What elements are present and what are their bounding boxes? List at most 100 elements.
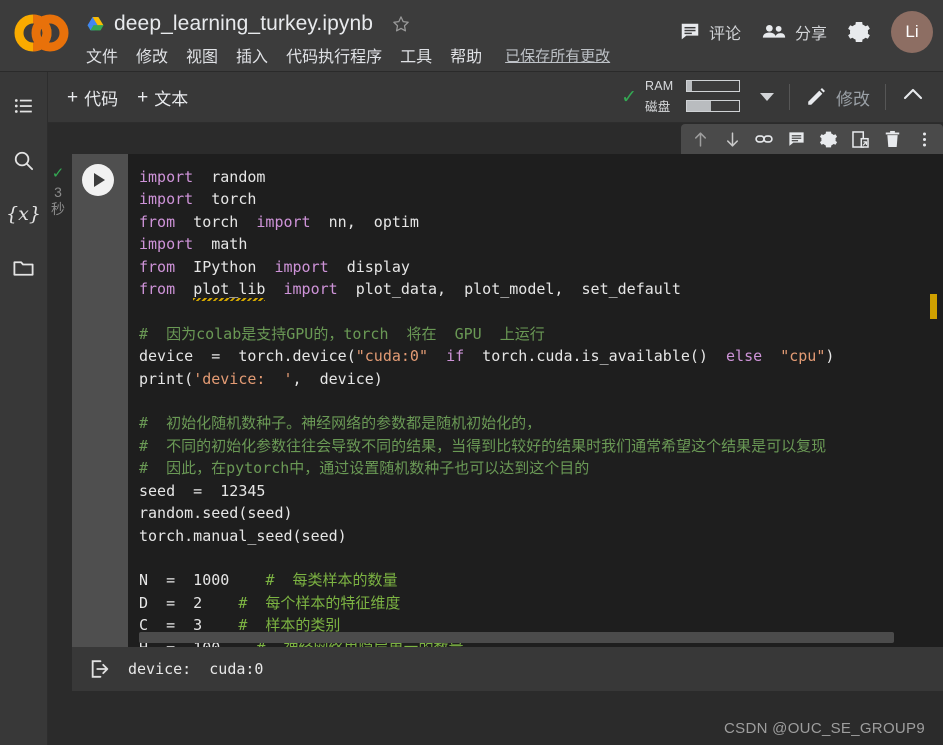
execution-time-value: 3 bbox=[54, 183, 62, 200]
table-of-contents-icon[interactable] bbox=[9, 91, 39, 121]
code-line: # 不同的初始化参数往往会导致不同的结果，当得到比较好的结果时我们通常希望这个结… bbox=[139, 435, 943, 457]
code-line: D = 2 # 每个样本的特征维度 bbox=[139, 592, 943, 614]
header-actions: 评论 分享 Li bbox=[679, 8, 933, 56]
code-token: torch bbox=[175, 212, 257, 231]
execution-success-check: ✓ bbox=[51, 165, 65, 182]
code-token: # 因此，在pytorch中，通过设置随机数种子也可以达到这个目的 bbox=[139, 459, 590, 478]
code-token: nn, optim bbox=[310, 212, 419, 231]
code-token: # 每类样本的数量 bbox=[265, 571, 398, 590]
code-token: import bbox=[139, 168, 194, 186]
people-icon bbox=[762, 24, 786, 38]
ram-meter-fill bbox=[687, 81, 692, 91]
colab-app: deep_learning_turkey.ipynb 文件 修改 视图 插入 代… bbox=[0, 0, 943, 745]
star-outline-icon[interactable] bbox=[391, 14, 411, 34]
code-token: import bbox=[283, 280, 338, 299]
save-state-label[interactable]: 已保存所有更改 bbox=[505, 45, 610, 66]
code-text[interactable]: import random import torch from torch impo… bbox=[128, 166, 943, 647]
code-token: torch bbox=[193, 190, 257, 209]
output-arrow-icon bbox=[72, 658, 128, 680]
ram-meter-bar bbox=[686, 80, 740, 92]
gear-icon[interactable] bbox=[847, 20, 871, 44]
code-token: IPython bbox=[175, 257, 275, 276]
avatar[interactable]: Li bbox=[891, 11, 933, 53]
notebook-title[interactable]: deep_learning_turkey.ipynb bbox=[114, 12, 373, 36]
connected-check-icon: ✓ bbox=[621, 86, 637, 108]
code-token: seed = 12345 bbox=[139, 481, 266, 500]
code-token: ) bbox=[825, 347, 835, 366]
add-text-cell-button[interactable]: + 文本 bbox=[137, 85, 188, 110]
menu-item-view[interactable]: 视图 bbox=[186, 43, 218, 67]
share-label: 分享 bbox=[794, 26, 827, 43]
code-token: math bbox=[193, 235, 248, 254]
code-line: print('device: ', device) bbox=[139, 368, 943, 390]
code-cell: ✓ 3 秒 import random import torch from torc… bbox=[51, 154, 943, 647]
variables-icon[interactable]: {x} bbox=[6, 199, 41, 229]
code-token: display bbox=[328, 257, 410, 276]
menu-item-edit[interactable]: 修改 bbox=[136, 43, 168, 67]
notebook-toolbar: + 代码 + 文本 ✓ RAM 磁盘 修改 bbox=[48, 72, 943, 123]
folder-icon[interactable] bbox=[9, 253, 39, 283]
code-line: from IPython import display bbox=[139, 256, 943, 278]
code-token: , device) bbox=[292, 369, 383, 388]
menu-item-file[interactable]: 文件 bbox=[86, 43, 118, 67]
code-token: N = 1000 bbox=[139, 571, 266, 590]
comment-icon bbox=[681, 23, 699, 40]
code-line: seed = 12345 bbox=[139, 480, 943, 502]
code-token: 'device: ' bbox=[193, 369, 293, 388]
trash-icon[interactable] bbox=[879, 126, 905, 152]
search-icon[interactable] bbox=[9, 145, 39, 175]
arrow-up-icon[interactable] bbox=[687, 126, 713, 152]
share-button[interactable]: 分享 bbox=[761, 20, 827, 44]
menu-item-runtime[interactable]: 代码执行程序 bbox=[286, 43, 382, 67]
chevron-up-icon[interactable] bbox=[901, 83, 925, 112]
gear-icon[interactable] bbox=[815, 126, 841, 152]
code-token: # 因为colab是支持GPU的，torch 将在 GPU 上运行 bbox=[139, 324, 545, 343]
code-token: import bbox=[139, 235, 194, 254]
code-token: import bbox=[139, 190, 194, 209]
code-line: random.seed(seed) bbox=[139, 502, 943, 524]
add-code-label: 代码 bbox=[84, 89, 119, 109]
link-icon[interactable] bbox=[751, 126, 777, 152]
open-in-new-icon[interactable] bbox=[847, 126, 873, 152]
disk-meter-row: 磁盘 bbox=[645, 96, 740, 115]
code-token: print( bbox=[139, 369, 194, 388]
runtime-resources[interactable]: ✓ RAM 磁盘 bbox=[621, 79, 774, 115]
play-icon[interactable] bbox=[82, 164, 114, 196]
edit-label: 修改 bbox=[836, 89, 870, 109]
code-token: random bbox=[193, 168, 266, 186]
output-text: device: cuda:0 bbox=[128, 660, 264, 678]
code-token: # 不同的初始化参数往往会导致不同的结果，当得到比较好的结果时我们通常希望这个结… bbox=[139, 436, 827, 455]
disk-meter-bar bbox=[686, 99, 740, 112]
more-vert-icon[interactable] bbox=[911, 126, 937, 152]
arrow-down-icon[interactable] bbox=[719, 126, 745, 152]
caret-down-icon[interactable] bbox=[760, 93, 774, 101]
notebook-body: ✓ 3 秒 import random import torch from torc… bbox=[48, 123, 943, 745]
code-editor[interactable]: import random import torch from torch impo… bbox=[128, 154, 943, 647]
code-line: from plot_lib import plot_data, plot_mod… bbox=[139, 278, 943, 300]
code-line: from torch import nn, optim bbox=[139, 211, 943, 233]
menu-bar: 文件 修改 视图 插入 代码执行程序 工具 帮助 已保存所有更改 bbox=[86, 42, 610, 68]
menu-item-insert[interactable]: 插入 bbox=[236, 43, 268, 67]
horizontal-scrollbar[interactable] bbox=[139, 632, 894, 643]
code-token: import bbox=[256, 212, 311, 231]
menu-item-tools[interactable]: 工具 bbox=[400, 43, 432, 67]
add-code-cell-button[interactable]: + 代码 bbox=[67, 85, 118, 110]
resource-meters: RAM 磁盘 bbox=[645, 79, 740, 115]
toolbar-divider bbox=[885, 84, 886, 110]
plus-icon: + bbox=[137, 86, 149, 108]
execution-status: ✓ 3 秒 bbox=[47, 165, 69, 217]
comment-button[interactable]: 评论 bbox=[679, 20, 741, 44]
menu-item-help[interactable]: 帮助 bbox=[450, 43, 482, 67]
code-token: # 每个样本的特征维度 bbox=[238, 593, 401, 612]
colab-co-logo[interactable] bbox=[12, 12, 70, 54]
code-token: random.seed(seed) bbox=[139, 504, 293, 523]
code-token: torch.manual_seed(seed) bbox=[139, 526, 347, 545]
edit-button[interactable]: 修改 bbox=[805, 85, 870, 110]
comment-icon[interactable] bbox=[783, 126, 809, 152]
